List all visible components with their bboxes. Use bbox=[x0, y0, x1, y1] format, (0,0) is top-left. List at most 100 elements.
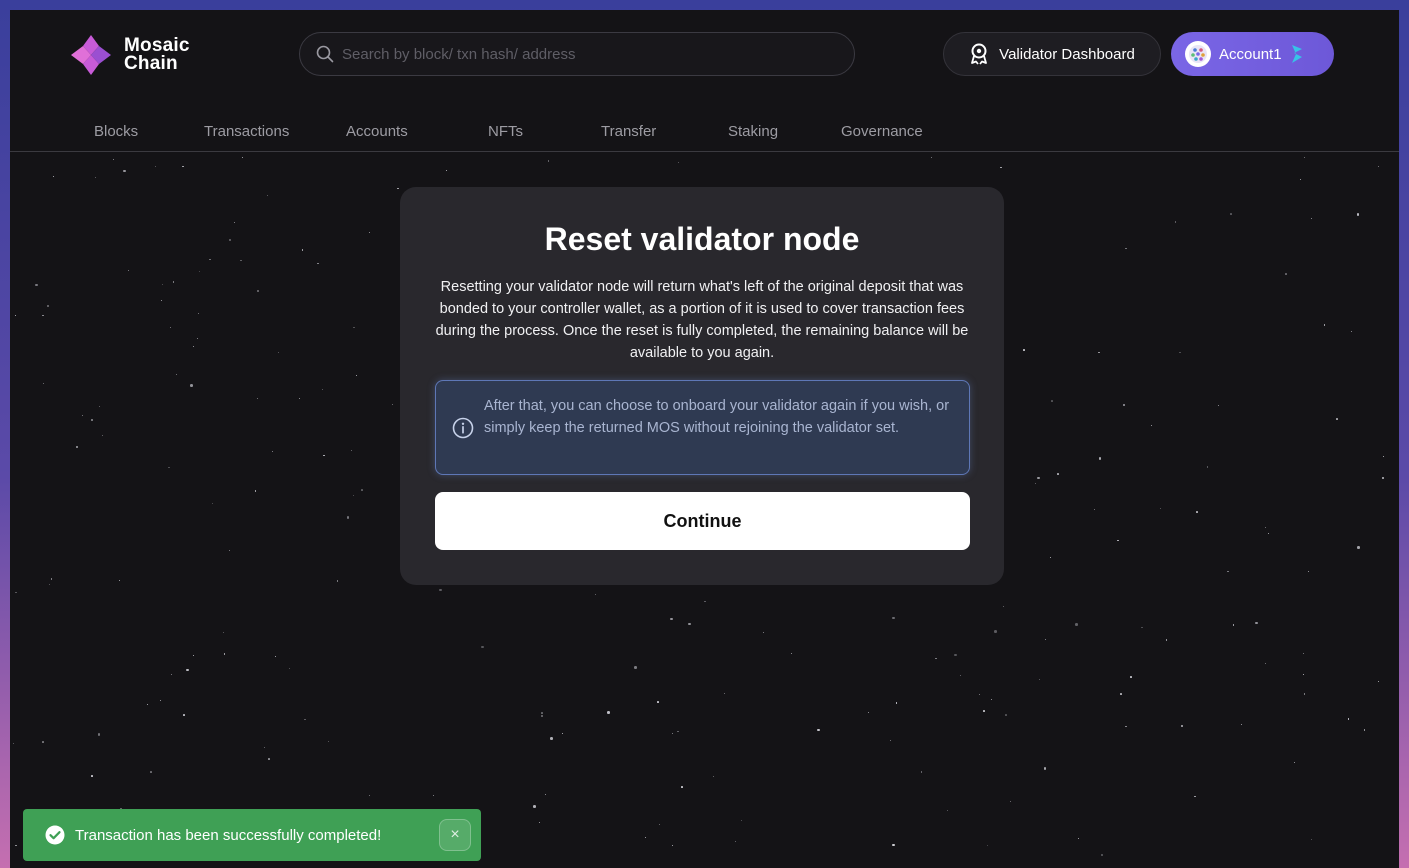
star-dot bbox=[634, 666, 637, 669]
star-dot bbox=[1120, 693, 1122, 695]
nav-item-transactions[interactable]: Transactions bbox=[204, 123, 289, 140]
brand-line-2: Chain bbox=[124, 53, 178, 74]
star-dot bbox=[183, 714, 185, 716]
star-dot bbox=[533, 805, 536, 808]
star-dot bbox=[256, 289, 260, 293]
star-dot bbox=[350, 449, 353, 452]
star-dot bbox=[150, 771, 152, 773]
star-dot bbox=[353, 495, 355, 497]
star-dot bbox=[168, 466, 170, 469]
star-dot bbox=[681, 786, 683, 788]
nav-item-transfer[interactable]: Transfer bbox=[601, 123, 656, 140]
star-dot bbox=[1037, 476, 1040, 480]
nav-item-governance[interactable]: Governance bbox=[841, 123, 923, 140]
star-dot bbox=[1347, 718, 1350, 720]
star-dot bbox=[127, 270, 129, 271]
star-dot bbox=[658, 823, 660, 825]
star-dot bbox=[90, 418, 94, 422]
star-dot bbox=[254, 490, 257, 492]
continue-button[interactable]: Continue bbox=[435, 492, 970, 550]
star-dot bbox=[446, 170, 448, 172]
star-dot bbox=[935, 657, 937, 660]
star-dot bbox=[1310, 218, 1312, 220]
star-dot bbox=[271, 450, 273, 452]
star-dot bbox=[278, 352, 280, 354]
star-dot bbox=[657, 701, 659, 703]
info-callout: After that, you can choose to onboard yo… bbox=[435, 380, 970, 475]
app-window: Mosaic Chain Validator Dashboard bbox=[10, 10, 1399, 868]
star-dot bbox=[734, 840, 737, 843]
check-circle-icon bbox=[45, 825, 65, 845]
star-dot bbox=[954, 653, 957, 657]
star-dot bbox=[1232, 624, 1235, 626]
star-dot bbox=[397, 187, 399, 190]
brand-logo[interactable]: Mosaic Chain bbox=[68, 32, 190, 78]
star-dot bbox=[160, 700, 162, 702]
star-dot bbox=[97, 733, 101, 736]
star-dot bbox=[95, 177, 97, 179]
nav-item-blocks[interactable]: Blocks bbox=[94, 123, 138, 140]
star-dot bbox=[223, 653, 226, 655]
star-dot bbox=[991, 699, 993, 701]
star-dot bbox=[1356, 213, 1360, 216]
toast-close-button[interactable]: × bbox=[439, 819, 471, 851]
star-dot bbox=[15, 844, 17, 847]
reset-validator-modal: Reset validator node Resetting your vali… bbox=[400, 187, 1004, 585]
star-dot bbox=[1217, 405, 1219, 407]
account-button[interactable]: Account1 bbox=[1171, 32, 1334, 76]
star-dot bbox=[561, 732, 564, 735]
star-dot bbox=[1093, 509, 1095, 511]
search-input[interactable] bbox=[342, 45, 822, 63]
star-dot bbox=[161, 283, 164, 286]
search-icon bbox=[316, 45, 334, 63]
star-dot bbox=[211, 503, 213, 505]
nav-item-staking[interactable]: Staking bbox=[728, 123, 778, 140]
star-dot bbox=[1227, 570, 1229, 573]
star-dot bbox=[1241, 723, 1243, 725]
star-dot bbox=[301, 249, 304, 251]
star-dot bbox=[817, 728, 820, 732]
modal-title: Reset validator node bbox=[544, 221, 860, 257]
star-dot bbox=[539, 821, 541, 823]
star-dot bbox=[1303, 674, 1305, 676]
star-dot bbox=[304, 718, 306, 721]
star-dot bbox=[723, 693, 725, 695]
star-dot bbox=[15, 591, 17, 594]
star-dot bbox=[644, 836, 646, 838]
star-dot bbox=[677, 730, 679, 733]
success-toast: Transaction has been successfully comple… bbox=[23, 809, 481, 861]
star-dot bbox=[1300, 178, 1302, 180]
star-dot bbox=[223, 632, 225, 634]
star-dot bbox=[1002, 605, 1004, 607]
star-dot bbox=[169, 327, 171, 328]
star-dot bbox=[288, 668, 290, 670]
star-dot bbox=[209, 258, 211, 261]
star-dot bbox=[920, 771, 923, 773]
star-dot bbox=[1293, 761, 1295, 763]
star-dot bbox=[994, 630, 997, 633]
star-dot bbox=[1050, 556, 1052, 558]
star-dot bbox=[889, 739, 891, 741]
star-dot bbox=[228, 550, 230, 552]
star-dot bbox=[1255, 621, 1258, 625]
star-dot bbox=[172, 281, 175, 283]
star-dot bbox=[1000, 166, 1002, 169]
nav-item-nfts[interactable]: NFTs bbox=[488, 123, 523, 140]
star-dot bbox=[1174, 221, 1177, 223]
star-dot bbox=[1100, 853, 1104, 857]
star-dot bbox=[368, 794, 371, 797]
search-bar[interactable] bbox=[299, 32, 855, 76]
star-dot bbox=[48, 584, 50, 586]
star-dot bbox=[240, 259, 242, 262]
star-dot bbox=[1150, 424, 1152, 426]
star-dot bbox=[43, 383, 45, 385]
wallet-brand-icon bbox=[1291, 45, 1302, 63]
star-dot bbox=[196, 337, 198, 339]
star-dot bbox=[233, 221, 236, 224]
star-dot bbox=[1180, 724, 1183, 728]
star-dot bbox=[1194, 795, 1196, 798]
nav-item-accounts[interactable]: Accounts bbox=[346, 123, 408, 140]
validator-dashboard-button[interactable]: Validator Dashboard bbox=[943, 32, 1161, 76]
star-dot bbox=[1005, 714, 1007, 716]
star-dot bbox=[46, 304, 50, 308]
